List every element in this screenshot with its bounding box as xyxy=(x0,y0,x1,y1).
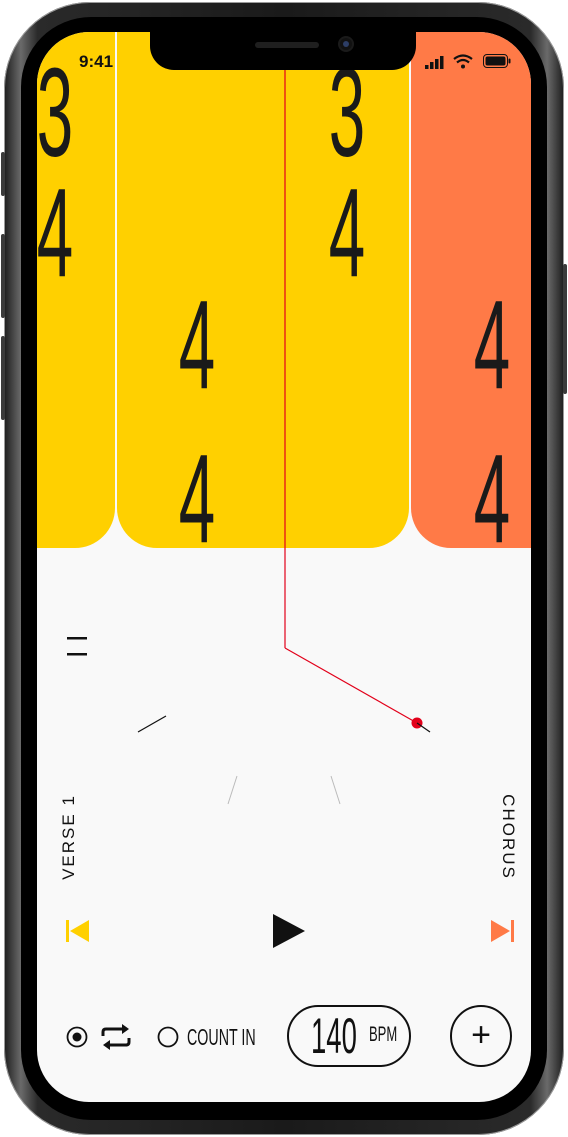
play-icon[interactable] xyxy=(273,914,307,948)
plus-icon: + xyxy=(471,1016,491,1054)
count-in-text: COUNT IN xyxy=(187,1024,256,1050)
time-sig-top: 4 xyxy=(178,274,216,415)
pendulum-arm xyxy=(284,647,418,724)
app-screen: 3 4 4 4 3 4 4 4 9:41 VERSE 1 CHORUS COUN… xyxy=(37,32,531,1102)
pendulum-bob xyxy=(411,717,423,729)
beat-tick xyxy=(227,775,238,805)
beat-tick xyxy=(416,722,431,733)
volume-down-button xyxy=(1,336,5,420)
menu-icon[interactable] xyxy=(67,635,91,657)
skip-back-icon[interactable] xyxy=(66,920,90,942)
time-sig-top: 3 xyxy=(37,42,74,183)
signal-icon xyxy=(425,56,444,69)
loop-icon[interactable] xyxy=(100,1024,132,1050)
section-label-left[interactable]: VERSE 1 xyxy=(59,794,79,880)
time-sig-bottom: 4 xyxy=(178,428,216,569)
beat-tick xyxy=(137,715,167,733)
volume-up-button xyxy=(1,234,5,318)
section-label-right[interactable]: CHORUS xyxy=(498,794,518,880)
speaker xyxy=(255,42,319,48)
time-sig-top: 4 xyxy=(473,274,511,415)
time-sig-bottom: 4 xyxy=(328,162,366,303)
battery-icon xyxy=(483,54,511,68)
tempo-unit: BPM xyxy=(369,1023,398,1046)
notch xyxy=(150,32,416,70)
beat-tick xyxy=(330,775,341,805)
count-in-label[interactable]: COUNT IN xyxy=(187,1025,298,1049)
mute-switch xyxy=(1,152,5,196)
tempo-value: 140 xyxy=(311,1008,357,1064)
radio-icon[interactable] xyxy=(157,1026,179,1048)
side-button xyxy=(563,264,567,394)
tempo-button[interactable]: 140 BPM xyxy=(287,1005,411,1067)
status-time: 9:41 xyxy=(79,52,114,71)
add-bar-button[interactable]: + xyxy=(450,1005,512,1067)
wifi-icon xyxy=(453,54,473,69)
time-sig-bottom: 4 xyxy=(473,428,511,569)
time-sig-bottom: 4 xyxy=(37,162,74,303)
record-dot-icon[interactable] xyxy=(66,1026,88,1048)
skip-forward-icon[interactable] xyxy=(491,920,515,942)
front-camera xyxy=(340,38,352,50)
